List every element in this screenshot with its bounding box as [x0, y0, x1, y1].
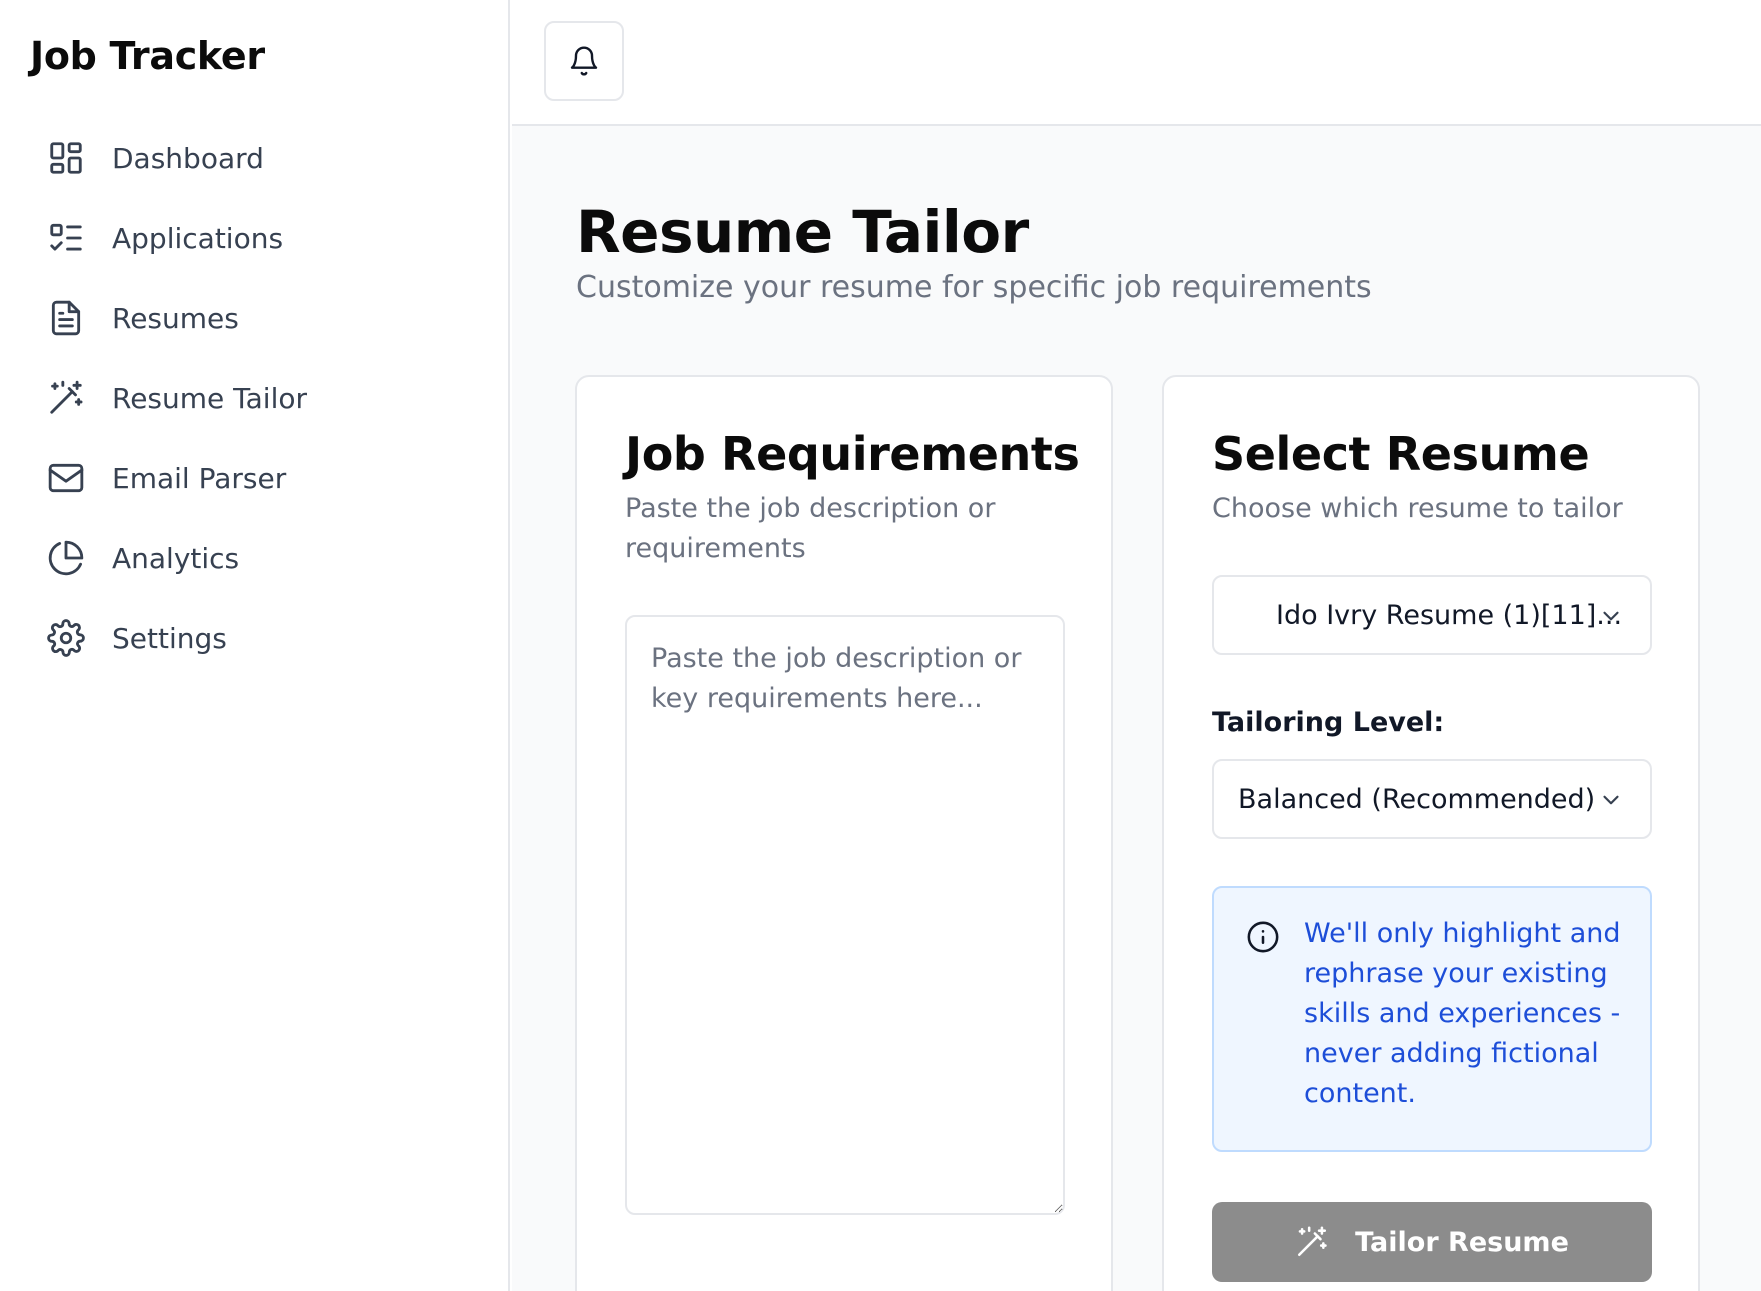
sidebar-item-resumes[interactable]: Resumes [46, 278, 486, 358]
chevron-down-icon [1598, 787, 1624, 813]
tailoring-level-select[interactable]: Balanced (Recommended) [1212, 759, 1652, 839]
page-title: Resume Tailor [576, 198, 1029, 266]
select-resume-card: Select Resume Choose which resume to tai… [1162, 375, 1700, 1291]
resume-select[interactable]: Ido Ivry Resume (1)[11]... [1212, 575, 1652, 655]
resume-select-value: Ido Ivry Resume (1)[11]... [1276, 599, 1623, 631]
sidebar-item-resume-tailor[interactable]: Resume Tailor [46, 358, 486, 438]
magic-wand-icon [46, 378, 86, 418]
app-brand: Job Tracker [30, 34, 265, 78]
page-subtitle: Customize your resume for specific job r… [576, 270, 1372, 305]
notifications-button[interactable] [544, 21, 624, 101]
sidebar-item-applications[interactable]: Applications [46, 198, 486, 278]
sidebar-item-label: Dashboard [112, 141, 264, 175]
gear-icon [46, 618, 86, 658]
tailor-resume-button[interactable]: Tailor Resume [1212, 1202, 1652, 1282]
document-icon [46, 298, 86, 338]
job-description-textarea[interactable] [625, 615, 1065, 1215]
sidebar-item-settings[interactable]: Settings [46, 598, 486, 678]
sidebar-item-label: Resumes [112, 301, 239, 335]
pie-chart-icon [46, 538, 86, 578]
main-content: Resume Tailor Customize your resume for … [512, 0, 1761, 1291]
sidebar-item-label: Applications [112, 221, 284, 255]
tailoring-level-value: Balanced (Recommended) [1238, 783, 1596, 815]
sidebar-nav: Dashboard Applications Resumes Resume Ta… [46, 118, 486, 678]
sidebar-item-label: Analytics [112, 541, 240, 575]
sidebar-item-label: Resume Tailor [112, 381, 307, 415]
tailor-resume-button-label: Tailor Resume [1355, 1226, 1569, 1258]
sidebar-item-analytics[interactable]: Analytics [46, 518, 486, 598]
job-requirements-title: Job Requirements [625, 427, 1080, 481]
info-icon [1246, 920, 1280, 954]
select-resume-description: Choose which resume to tailor [1212, 493, 1623, 524]
sidebar-item-label: Settings [112, 621, 227, 655]
job-requirements-card: Job Requirements Paste the job descripti… [575, 375, 1113, 1291]
select-resume-title: Select Resume [1212, 427, 1590, 481]
chevron-down-icon [1598, 603, 1624, 629]
mail-icon [46, 458, 86, 498]
checklist-icon [46, 218, 86, 258]
job-requirements-description: Paste the job description or requirement… [625, 493, 996, 564]
sidebar-item-email-parser[interactable]: Email Parser [46, 438, 486, 518]
sidebar-item-label: Email Parser [112, 461, 287, 495]
tailoring-level-label: Tailoring Level: [1212, 707, 1445, 738]
info-notice-text: We'll only highlight and rephrase your e… [1304, 918, 1621, 1109]
dashboard-icon [46, 138, 86, 178]
sidebar: Job Tracker Dashboard Applications Resum… [0, 0, 510, 1291]
sidebar-item-dashboard[interactable]: Dashboard [46, 118, 486, 198]
info-notice: We'll only highlight and rephrase your e… [1212, 886, 1652, 1152]
bell-icon [570, 46, 598, 76]
magic-wand-icon [1295, 1225, 1329, 1259]
top-bar [512, 0, 1761, 126]
